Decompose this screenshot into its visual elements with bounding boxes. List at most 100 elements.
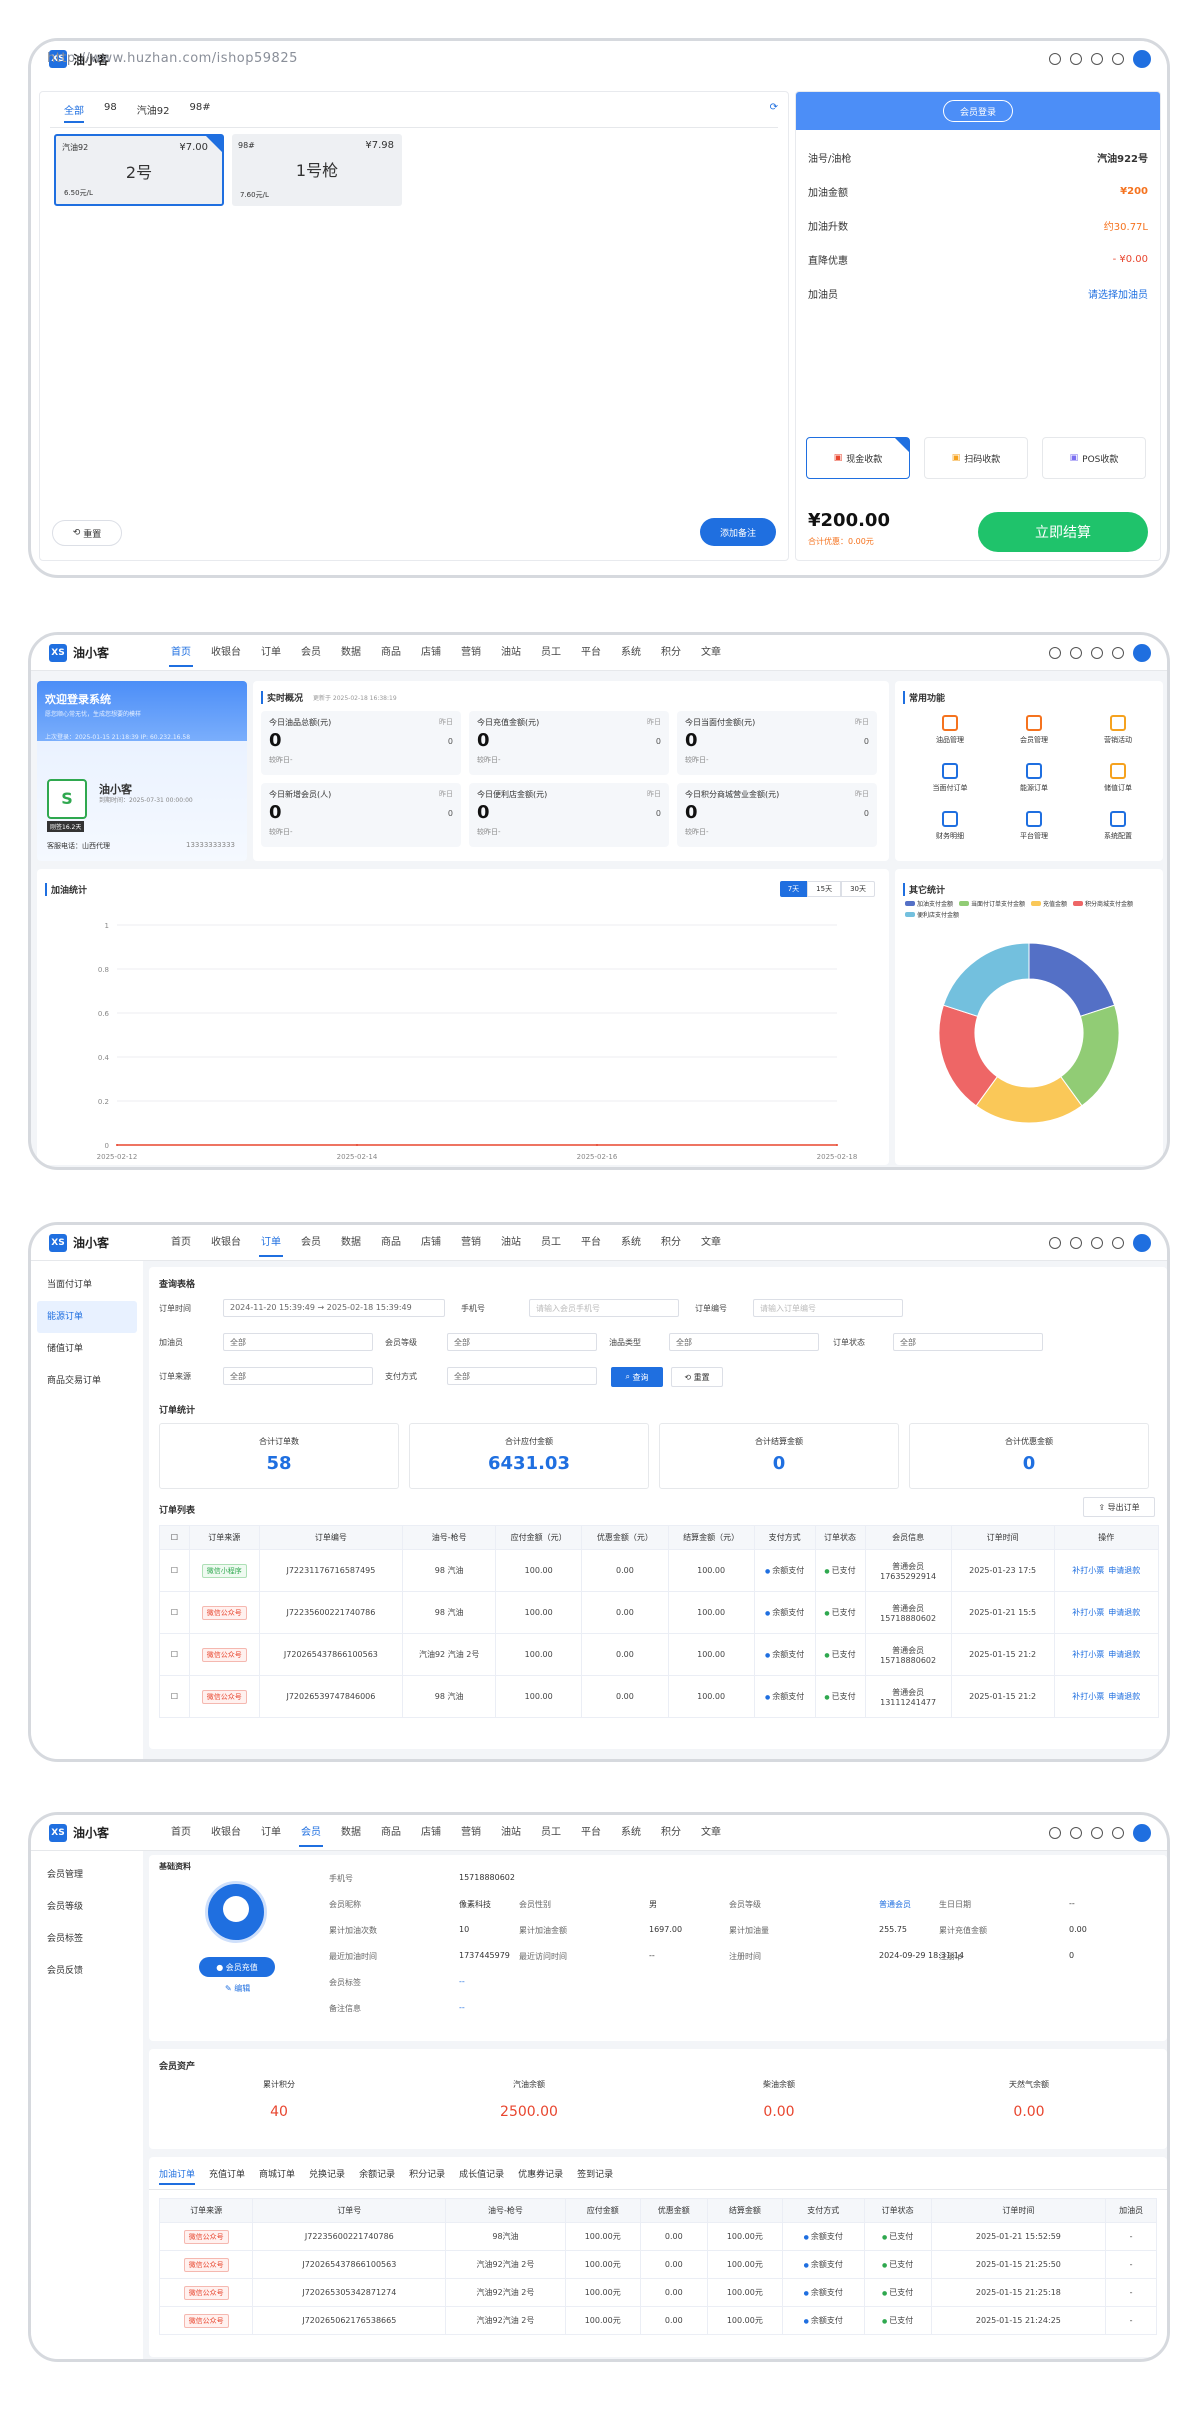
common-function-item[interactable]: 财务明细: [915, 811, 985, 841]
edit-link[interactable]: ✎ 编辑: [225, 1983, 250, 1994]
status-select[interactable]: 全部: [893, 1333, 1043, 1351]
legend-item[interactable]: 充值金额: [1031, 899, 1067, 908]
table-row[interactable]: 微信公众号 J72026530534287127​4 汽油92汽油 2号 100.00…: [158, 2278, 1157, 2307]
home-icon[interactable]: [1049, 1827, 1061, 1839]
nav-item[interactable]: 平台: [571, 1815, 611, 1851]
app-logo[interactable]: XS 油小客: [49, 1823, 161, 1842]
member-tab[interactable]: 加油订单: [159, 2167, 196, 2185]
member-tab[interactable]: 优惠券记录: [518, 2167, 563, 2185]
member-tab[interactable]: 积分记录: [409, 2167, 445, 2185]
order-no-input[interactable]: 请输入订单编号: [753, 1299, 903, 1317]
refund-link[interactable]: 申请退款: [1108, 1650, 1140, 1659]
bell-icon[interactable]: [1070, 647, 1082, 659]
sidebar-item[interactable]: 储值订单: [31, 1333, 143, 1365]
app-logo[interactable]: XS 油小客: [49, 643, 161, 662]
row-checkbox[interactable]: ☐: [159, 1633, 190, 1676]
sidebar-item[interactable]: 会员标签: [31, 1923, 143, 1955]
tab-92[interactable]: 汽油92: [137, 102, 170, 123]
refund-link[interactable]: 申请退款: [1108, 1566, 1140, 1575]
nav-item[interactable]: 系统: [611, 1225, 651, 1261]
table-row[interactable]: ☐ 微信小程序 J72231176716587495 98 汽油 100.00 0.00 1…: [159, 1549, 1159, 1592]
nav-item[interactable]: 数据: [331, 1225, 371, 1261]
table-row[interactable]: ☐ 微信公众号 J72026539747846006 98 汽油 100.00 0.00 1…: [159, 1675, 1159, 1718]
export-button[interactable]: ⇪ 导出订单: [1083, 1497, 1155, 1517]
table-row[interactable]: ☐ 微信公众号 J72026543786610056​3 汽油92 汽油 2号 100.…: [159, 1633, 1159, 1676]
nav-item[interactable]: 平台: [571, 1225, 611, 1261]
member-tab[interactable]: 充值订单: [209, 2167, 245, 2185]
member-tab[interactable]: 商城订单: [259, 2167, 295, 2185]
checkout-button[interactable]: 立即结算: [978, 512, 1148, 552]
refresh-icon[interactable]: [1112, 1827, 1124, 1839]
nav-item[interactable]: 平台: [571, 635, 611, 671]
staff-select[interactable]: 全部: [223, 1333, 373, 1351]
refresh-icon[interactable]: [1112, 1237, 1124, 1249]
nav-item[interactable]: 会员: [291, 635, 331, 671]
home-icon[interactable]: [1049, 647, 1061, 659]
nav-item[interactable]: 油站: [491, 1815, 531, 1851]
app-logo[interactable]: XS 油小客: [49, 1233, 161, 1252]
legend-item[interactable]: 当面付订单支付金额: [959, 899, 1025, 908]
pin-icon[interactable]: [1091, 1827, 1103, 1839]
refresh-icon[interactable]: [1112, 53, 1124, 65]
nav-item[interactable]: 积分: [651, 1225, 691, 1261]
date-range-input[interactable]: 2024-11-20 15:39:49 → 2025-02-18 15:39:4…: [223, 1299, 445, 1317]
member-tab[interactable]: 兑换记录: [309, 2167, 345, 2185]
pie-slice[interactable]: [1028, 942, 1116, 1017]
search-button[interactable]: ⌕ 查询: [611, 1367, 663, 1387]
pin-icon[interactable]: [1091, 1237, 1103, 1249]
nav-item[interactable]: 收银台: [201, 1815, 251, 1851]
phone-input[interactable]: 请输入会员手机号: [529, 1299, 679, 1317]
legend-item[interactable]: 积分商城支付金额: [1073, 899, 1133, 908]
nav-item[interactable]: 店铺: [411, 1815, 451, 1851]
nav-item[interactable]: 系统: [611, 635, 651, 671]
nav-item[interactable]: 员工: [531, 1815, 571, 1851]
row-checkbox[interactable]: ☐: [159, 1675, 190, 1718]
nav-item[interactable]: 油站: [491, 635, 531, 671]
nav-item[interactable]: 文章: [691, 1815, 731, 1851]
nav-item[interactable]: 订单: [251, 635, 291, 671]
pos-pay-button[interactable]: ▣ POS收款: [1042, 437, 1146, 479]
sidebar-item[interactable]: 会员反馈: [31, 1955, 143, 1987]
nav-item[interactable]: 油站: [491, 1225, 531, 1261]
level-select[interactable]: 全部: [447, 1333, 597, 1351]
nav-item[interactable]: 首页: [161, 1225, 201, 1261]
nav-item[interactable]: 数据: [331, 1815, 371, 1851]
sidebar-item[interactable]: 当面付订单: [31, 1269, 143, 1301]
cash-pay-button[interactable]: ▣ 现金收款: [806, 437, 910, 479]
nav-item[interactable]: 订单: [251, 1815, 291, 1851]
common-function-item[interactable]: 营销活动: [1083, 715, 1153, 745]
user-avatar[interactable]: [1133, 644, 1151, 662]
staff-select[interactable]: 请选择加油员: [1088, 286, 1148, 301]
nav-item[interactable]: 首页: [161, 1815, 201, 1851]
tab-98[interactable]: 98: [104, 102, 117, 123]
member-tab[interactable]: 成长值记录: [459, 2167, 504, 2185]
legend-item[interactable]: 便利店支付金额: [905, 910, 959, 919]
member-tab[interactable]: 签到记录: [577, 2167, 613, 2185]
refund-link[interactable]: 申请退款: [1108, 1692, 1140, 1701]
nav-item[interactable]: 会员: [291, 1225, 331, 1261]
reprint-link[interactable]: 补打小票: [1072, 1692, 1104, 1701]
table-row[interactable]: 微信公众号 J72026506217653866​5 汽油92汽油 2号 100.00…: [158, 2306, 1157, 2335]
sidebar-item[interactable]: 会员等级: [31, 1891, 143, 1923]
table-row[interactable]: 微信公众号 J72235600221740786 98汽油 100.00元 0.00 10…: [158, 2222, 1157, 2251]
pie-slice[interactable]: [942, 942, 1030, 1017]
source-select[interactable]: 全部: [223, 1367, 373, 1385]
user-avatar[interactable]: [1133, 1824, 1151, 1842]
table-row[interactable]: 微信公众号 J72026543786610056​3 汽油92汽油 2号 100.00…: [158, 2250, 1157, 2279]
nav-item[interactable]: 积分: [651, 635, 691, 671]
nav-item[interactable]: 商品: [371, 635, 411, 671]
pin-icon[interactable]: [1091, 53, 1103, 65]
sidebar-item[interactable]: 会员管理: [31, 1859, 143, 1891]
row-checkbox[interactable]: ☐: [159, 1549, 190, 1592]
row-checkbox[interactable]: ☐: [159, 1591, 190, 1634]
member-login-button[interactable]: 会员登录: [943, 100, 1013, 122]
nav-item[interactable]: 收银台: [201, 635, 251, 671]
common-function-item[interactable]: 油品管理: [915, 715, 985, 745]
pump-card[interactable]: 汽油92 ¥7.00 2号 6.50元/L: [54, 134, 224, 206]
tab-98hash[interactable]: 98#: [189, 102, 210, 123]
nav-item[interactable]: 订单: [251, 1225, 291, 1261]
nav-item[interactable]: 店铺: [411, 635, 451, 671]
tab-all[interactable]: 全部: [64, 102, 84, 123]
table-row[interactable]: ☐ 微信公众号 J72235600221740786 98 汽油 100.00 0.00 1…: [159, 1591, 1159, 1634]
add-note-button[interactable]: 添加备注: [700, 518, 776, 546]
